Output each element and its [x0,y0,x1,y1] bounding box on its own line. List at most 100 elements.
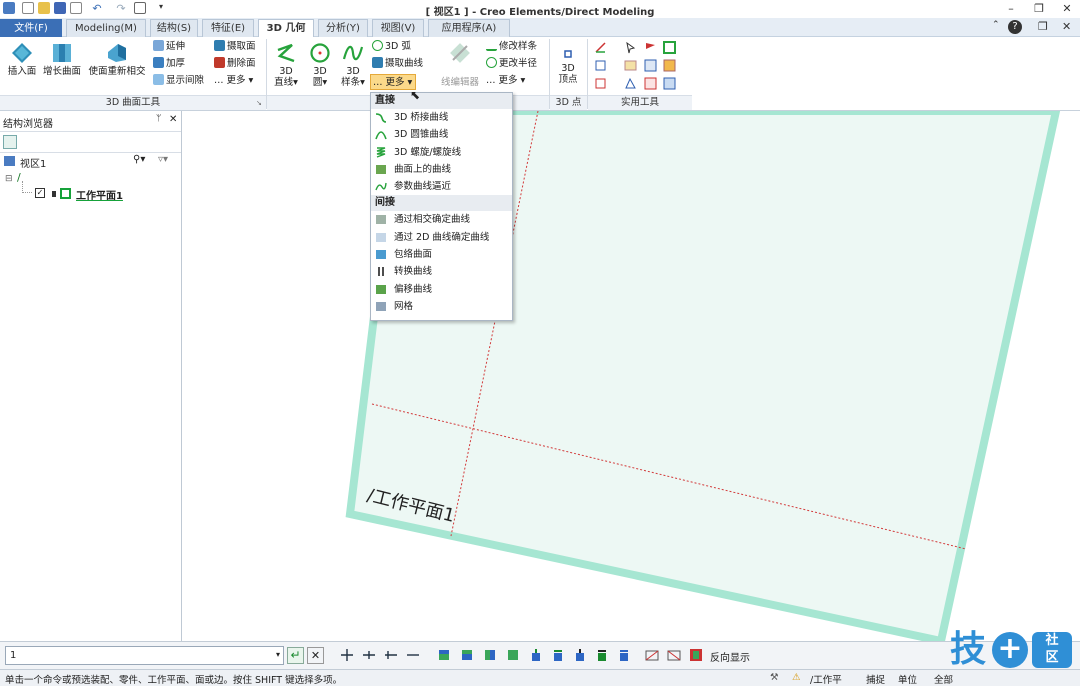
extract-curve-button[interactable]: 摄取曲线 [372,56,423,72]
measure-distance-icon[interactable] [594,59,607,72]
warning-icon[interactable]: ⚠ [792,672,801,683]
menu-item-3d-bridge-curve[interactable]: 3D 桥接曲线 [371,109,512,126]
command-input[interactable]: 1 [10,650,16,661]
tab-structure[interactable]: 结构(S) [150,19,198,37]
status-tool-icon[interactable]: ⚒ [770,672,779,683]
cursor-select-icon[interactable] [624,41,637,54]
menu-item-2d-curve-projection[interactable]: 通过 2D 曲线确定曲线 [371,229,512,246]
change-radius-button[interactable]: 更改半径 [486,56,537,72]
triangle-tool-icon[interactable] [624,77,637,90]
snap-tool-1-icon[interactable] [340,648,354,662]
3d-vertex-button[interactable]: 3D 顶点 [554,47,582,85]
restore-icon[interactable]: ❐ [1030,2,1048,15]
snap-tool-3-icon[interactable] [384,648,398,662]
view-cube-1-icon[interactable] [437,648,451,662]
wireframe-icon[interactable] [667,648,681,662]
wire-editor-button[interactable]: 线编辑器 [436,42,484,88]
3d-circle-label-1: 3D [313,66,327,77]
menu-item-intersection-curve[interactable]: 通过相交确定曲线 [371,211,512,228]
minimize-icon[interactable]: – [1002,2,1020,15]
view-cube-3-icon[interactable] [483,648,497,662]
reintersect-face-button[interactable]: 使面重新相交 [86,42,148,77]
panel-close-icon[interactable]: ✕ [169,114,177,125]
tree-view-icon[interactable] [3,135,17,149]
tab-view[interactable]: 视图(V) [372,19,424,37]
menu-item-envelope-surface[interactable]: 包络曲面 [371,246,512,263]
view-cube-2-icon[interactable] [460,648,474,662]
command-input-box[interactable]: 1 ▾ [5,646,284,665]
group-launcher-icon[interactable]: ↘ [256,99,262,107]
frame-color-icon[interactable] [663,41,676,54]
insert-face-button[interactable]: 插入面 [4,42,40,77]
filter-icon[interactable]: ▿▾ [158,154,168,165]
reverse-display-label[interactable]: 反向显示 [710,649,750,664]
compare-tool-icon[interactable] [644,59,657,72]
menu-item-3d-helix[interactable]: 3D 螺旋/螺旋线 [371,144,512,161]
tree-item-workplane[interactable]: 工作平面1 [76,187,123,202]
menu-item-parametric-approximation[interactable]: 参数曲线逼近 [371,178,512,195]
grid-icon[interactable] [663,77,676,90]
reverse-display-icon[interactable] [689,648,703,662]
status-workplane[interactable]: /工作平 [810,672,842,686]
binoculars-icon[interactable]: ⚲▾ [133,154,145,165]
viewport-label[interactable]: 视区1 [20,155,46,170]
view-plane-4-icon[interactable] [595,648,609,662]
3d-arc-button[interactable]: 3D 弧 [372,39,411,55]
grow-surface-button[interactable]: 增长曲面 [40,42,84,77]
delete-face-button[interactable]: 删除面 [214,56,256,72]
menu-item-convert-curve[interactable]: 转换曲线 [371,263,512,280]
pin-icon[interactable]: ᛘ [156,114,161,124]
curve-more2-button[interactable]: … 更多 ▾ [486,73,525,89]
tab-modeling[interactable]: Modeling(M) [66,19,146,37]
visibility-checkbox[interactable]: ✓ [35,188,45,198]
table-icon[interactable] [624,59,637,72]
enter-command-icon[interactable]: ↵ [287,647,304,664]
ribbon-collapse-icon[interactable]: ⌃ [992,20,1000,30]
measure-angle-icon[interactable] [594,41,607,54]
3d-spline-button[interactable]: 3D 样条▾ [338,42,368,88]
workplane-type-icon [52,191,56,197]
surface-more-button[interactable]: … 更多 ▾ [214,73,253,89]
menu-item-mesh[interactable]: 网格 [371,298,512,315]
status-snap[interactable]: 捕捉 [866,672,885,686]
thicken-button[interactable]: 加厚 [153,56,185,72]
modify-spline-button[interactable]: 修改样条 [486,39,537,55]
tab-file[interactable]: 文件(F) [0,19,62,37]
check-tool-icon[interactable] [644,77,657,90]
menu-item-label: 参数曲线逼近 [394,181,452,193]
menu-item-offset-curve[interactable]: 偏移曲线 [371,281,512,298]
cancel-command-icon[interactable]: ✕ [307,647,324,664]
show-gap-button[interactable]: 显示间隙 [153,73,204,89]
view-plane-3-icon[interactable] [573,648,587,662]
delete-face-icon [214,57,225,68]
3d-viewport[interactable]: /工作平面1 [183,111,1080,641]
extend-button[interactable]: 延伸 [153,39,185,55]
structure-browser: 结构浏览器 ᛘ ✕ 视区1 ⚲▾ ▿▾ ⊟ / ✓ 工作平面1 [0,111,182,641]
3d-circle-button[interactable]: 3D 圆▾ [304,42,336,88]
tab-feature[interactable]: 特征(E) [202,19,254,37]
measure-position-icon[interactable] [594,77,607,90]
tab-3d-geometry[interactable]: 3D 几何 [258,19,314,38]
extract-face-button[interactable]: 摄取面 [214,39,256,55]
close-icon[interactable]: ✕ [1058,2,1076,15]
tree-collapse-icon[interactable]: ⊟ [5,174,13,184]
menu-item-3d-conic-curve[interactable]: 3D 圆锥曲线 [371,126,512,143]
tab-application[interactable]: 应用程序(A) [428,19,510,37]
hidden-line-icon[interactable] [645,648,659,662]
snap-tool-2-icon[interactable] [362,648,376,662]
command-dropdown-icon[interactable]: ▾ [276,650,280,659]
help-icon[interactable]: ? [1008,20,1022,34]
flag-tool-icon[interactable] [644,41,657,54]
status-unit[interactable]: 单位 [898,672,917,686]
menu-item-curve-on-surface[interactable]: 曲面上的曲线 [371,161,512,178]
view-plane-2-icon[interactable] [551,648,565,662]
snap-tool-4-icon[interactable] [406,648,420,662]
view-plane-1-icon[interactable] [529,648,543,662]
doc-restore-icon[interactable]: ❐ [1038,20,1048,33]
3d-line-button[interactable]: 3D 直线▾ [270,42,302,88]
paint-icon[interactable] [663,59,676,72]
tab-analysis[interactable]: 分析(Y) [318,19,368,37]
view-cube-4-icon[interactable] [506,648,520,662]
view-plane-5-icon[interactable] [617,648,631,662]
doc-close-icon[interactable]: ✕ [1062,20,1071,33]
